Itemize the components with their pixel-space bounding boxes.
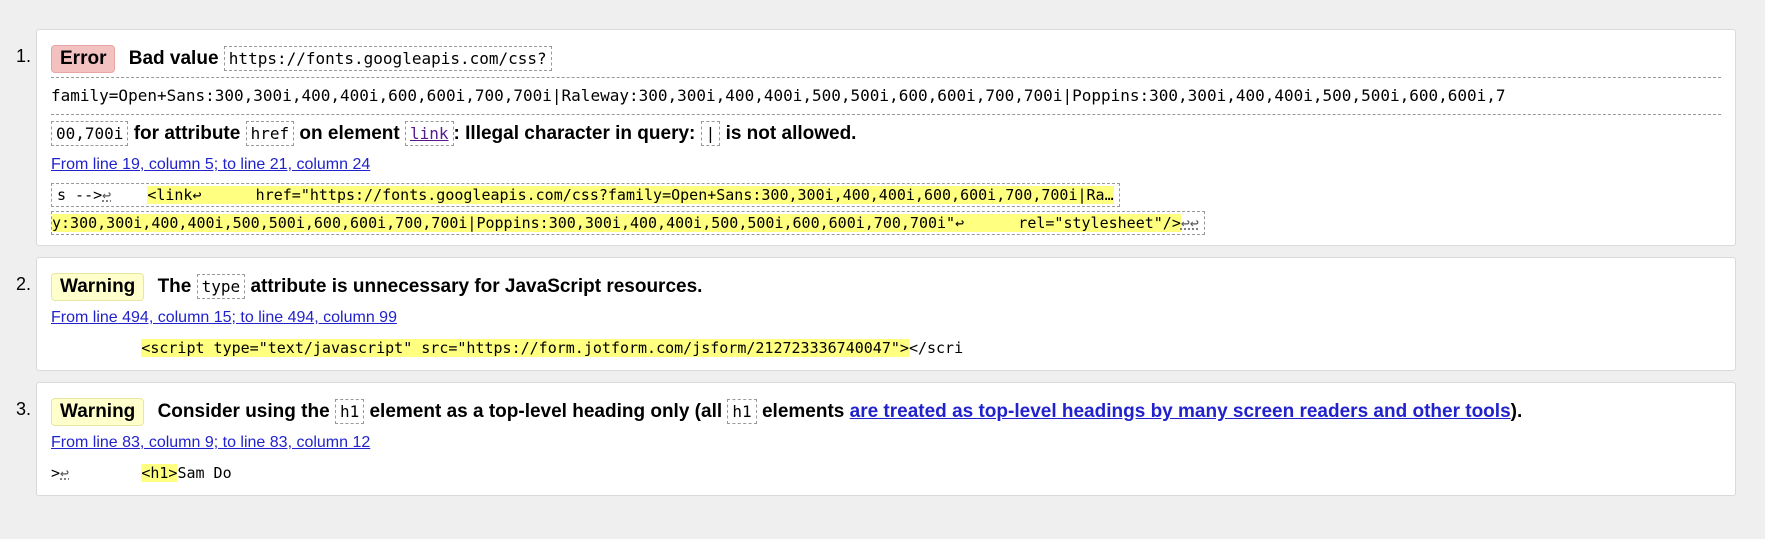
location-link[interactable]: From line 83, column 9; to line 83, colu… (51, 432, 1721, 454)
element-link[interactable]: link (410, 124, 449, 143)
attribute-code: href (245, 121, 295, 146)
message-number: 3. (16, 399, 32, 419)
message-text: Error Bad value https://fonts.googleapis… (51, 40, 1721, 77)
extract-highlight: <script type="text/javascript" src="http… (141, 339, 909, 357)
message-fragment: on element (299, 123, 400, 144)
extract-after: </scri (908, 339, 964, 357)
location-link[interactable]: From line 494, column 15; to line 494, c… (51, 307, 1721, 329)
message-text-continued: family=Open+Sans:300,300i,400,400i,600,6… (51, 77, 1721, 115)
extract-before: s --> (57, 186, 103, 204)
location-link[interactable]: From line 19, column 5; to line 21, colu… (51, 154, 1721, 176)
element-code: h1 (334, 399, 365, 424)
extract-highlight: y:300,300i,400,400i,500,500i,600,600i,70… (52, 214, 1181, 232)
extract-gap (111, 186, 147, 204)
message-fragment: is not allowed. (725, 123, 857, 144)
message-fragment: ). (1510, 401, 1523, 422)
illegal-char-code: | (700, 121, 721, 146)
extract-gap (69, 464, 141, 482)
return-icon: ↩ (60, 464, 70, 482)
message-text: Warning The type attribute is unnecessar… (51, 268, 1721, 305)
message-fragment: The (157, 276, 192, 297)
message-fragment: element as a top-level heading only (all (369, 401, 723, 422)
validation-messages: 1. Error Bad value https://fonts.googlea… (0, 0, 1765, 496)
source-extract: <script type="text/javascript" src="http… (51, 335, 1721, 361)
message-item-warning: 2. Warning The type attribute is unneces… (16, 257, 1736, 371)
message-item-warning: 3. Warning Consider using the h1 element… (16, 382, 1736, 496)
extract-highlight: <h1> (141, 464, 178, 482)
extract-before (51, 339, 141, 357)
extract-before: > (51, 464, 61, 482)
element-code: link (405, 121, 454, 146)
warning-badge: Warning (51, 273, 145, 301)
attribute-code: type (196, 274, 246, 299)
message-fragment: elements (761, 401, 845, 422)
message-fragment: attribute is unnecessary for JavaScript … (250, 276, 703, 297)
extract-box: y:300,300i,400,400i,500,500i,600,600i,70… (51, 211, 1205, 235)
message-fragment: Bad value (128, 48, 219, 69)
message-text: Warning Consider using the h1 element as… (51, 393, 1721, 430)
message-item-error: 1. Error Bad value https://fonts.googlea… (16, 29, 1736, 246)
extract-after: Sam Do (177, 464, 232, 482)
error-badge: Error (51, 45, 116, 73)
element-code: h1 (727, 399, 757, 424)
source-extract: s -->↩ <link↩ href="https://fonts.google… (51, 182, 1721, 208)
bad-value-code: https://fonts.googleapis.com/css? (223, 46, 552, 71)
extract-box: s -->↩ <link↩ href="https://fonts.google… (51, 183, 1120, 207)
message-fragment: Consider using the (157, 401, 330, 422)
bad-value-code-continued: family=Open+Sans:300,300i,400,400i,600,6… (51, 77, 1721, 115)
message-fragment: for attribute (133, 123, 241, 144)
message-number: 2. (16, 274, 32, 294)
message-fragment: : Illegal character in query: (453, 123, 696, 144)
source-extract: >↩ <h1>Sam Do (51, 460, 1721, 486)
source-extract-continued: y:300,300i,400,400i,500,500i,600,600i,70… (51, 210, 1721, 236)
message-number: 1. (16, 46, 32, 66)
message-text-tail: 00,700i for attribute href on element li… (51, 115, 1721, 152)
headings-info-link[interactable]: are treated as top-level headings by man… (850, 401, 1511, 422)
return-icon: ↩↩ (1180, 214, 1199, 232)
return-icon: ↩ (102, 186, 112, 204)
bad-value-code-end: 00,700i (51, 121, 129, 146)
extract-highlight: <link↩ href="https://fonts.googleapis.co… (147, 186, 1114, 204)
warning-badge: Warning (51, 398, 145, 426)
